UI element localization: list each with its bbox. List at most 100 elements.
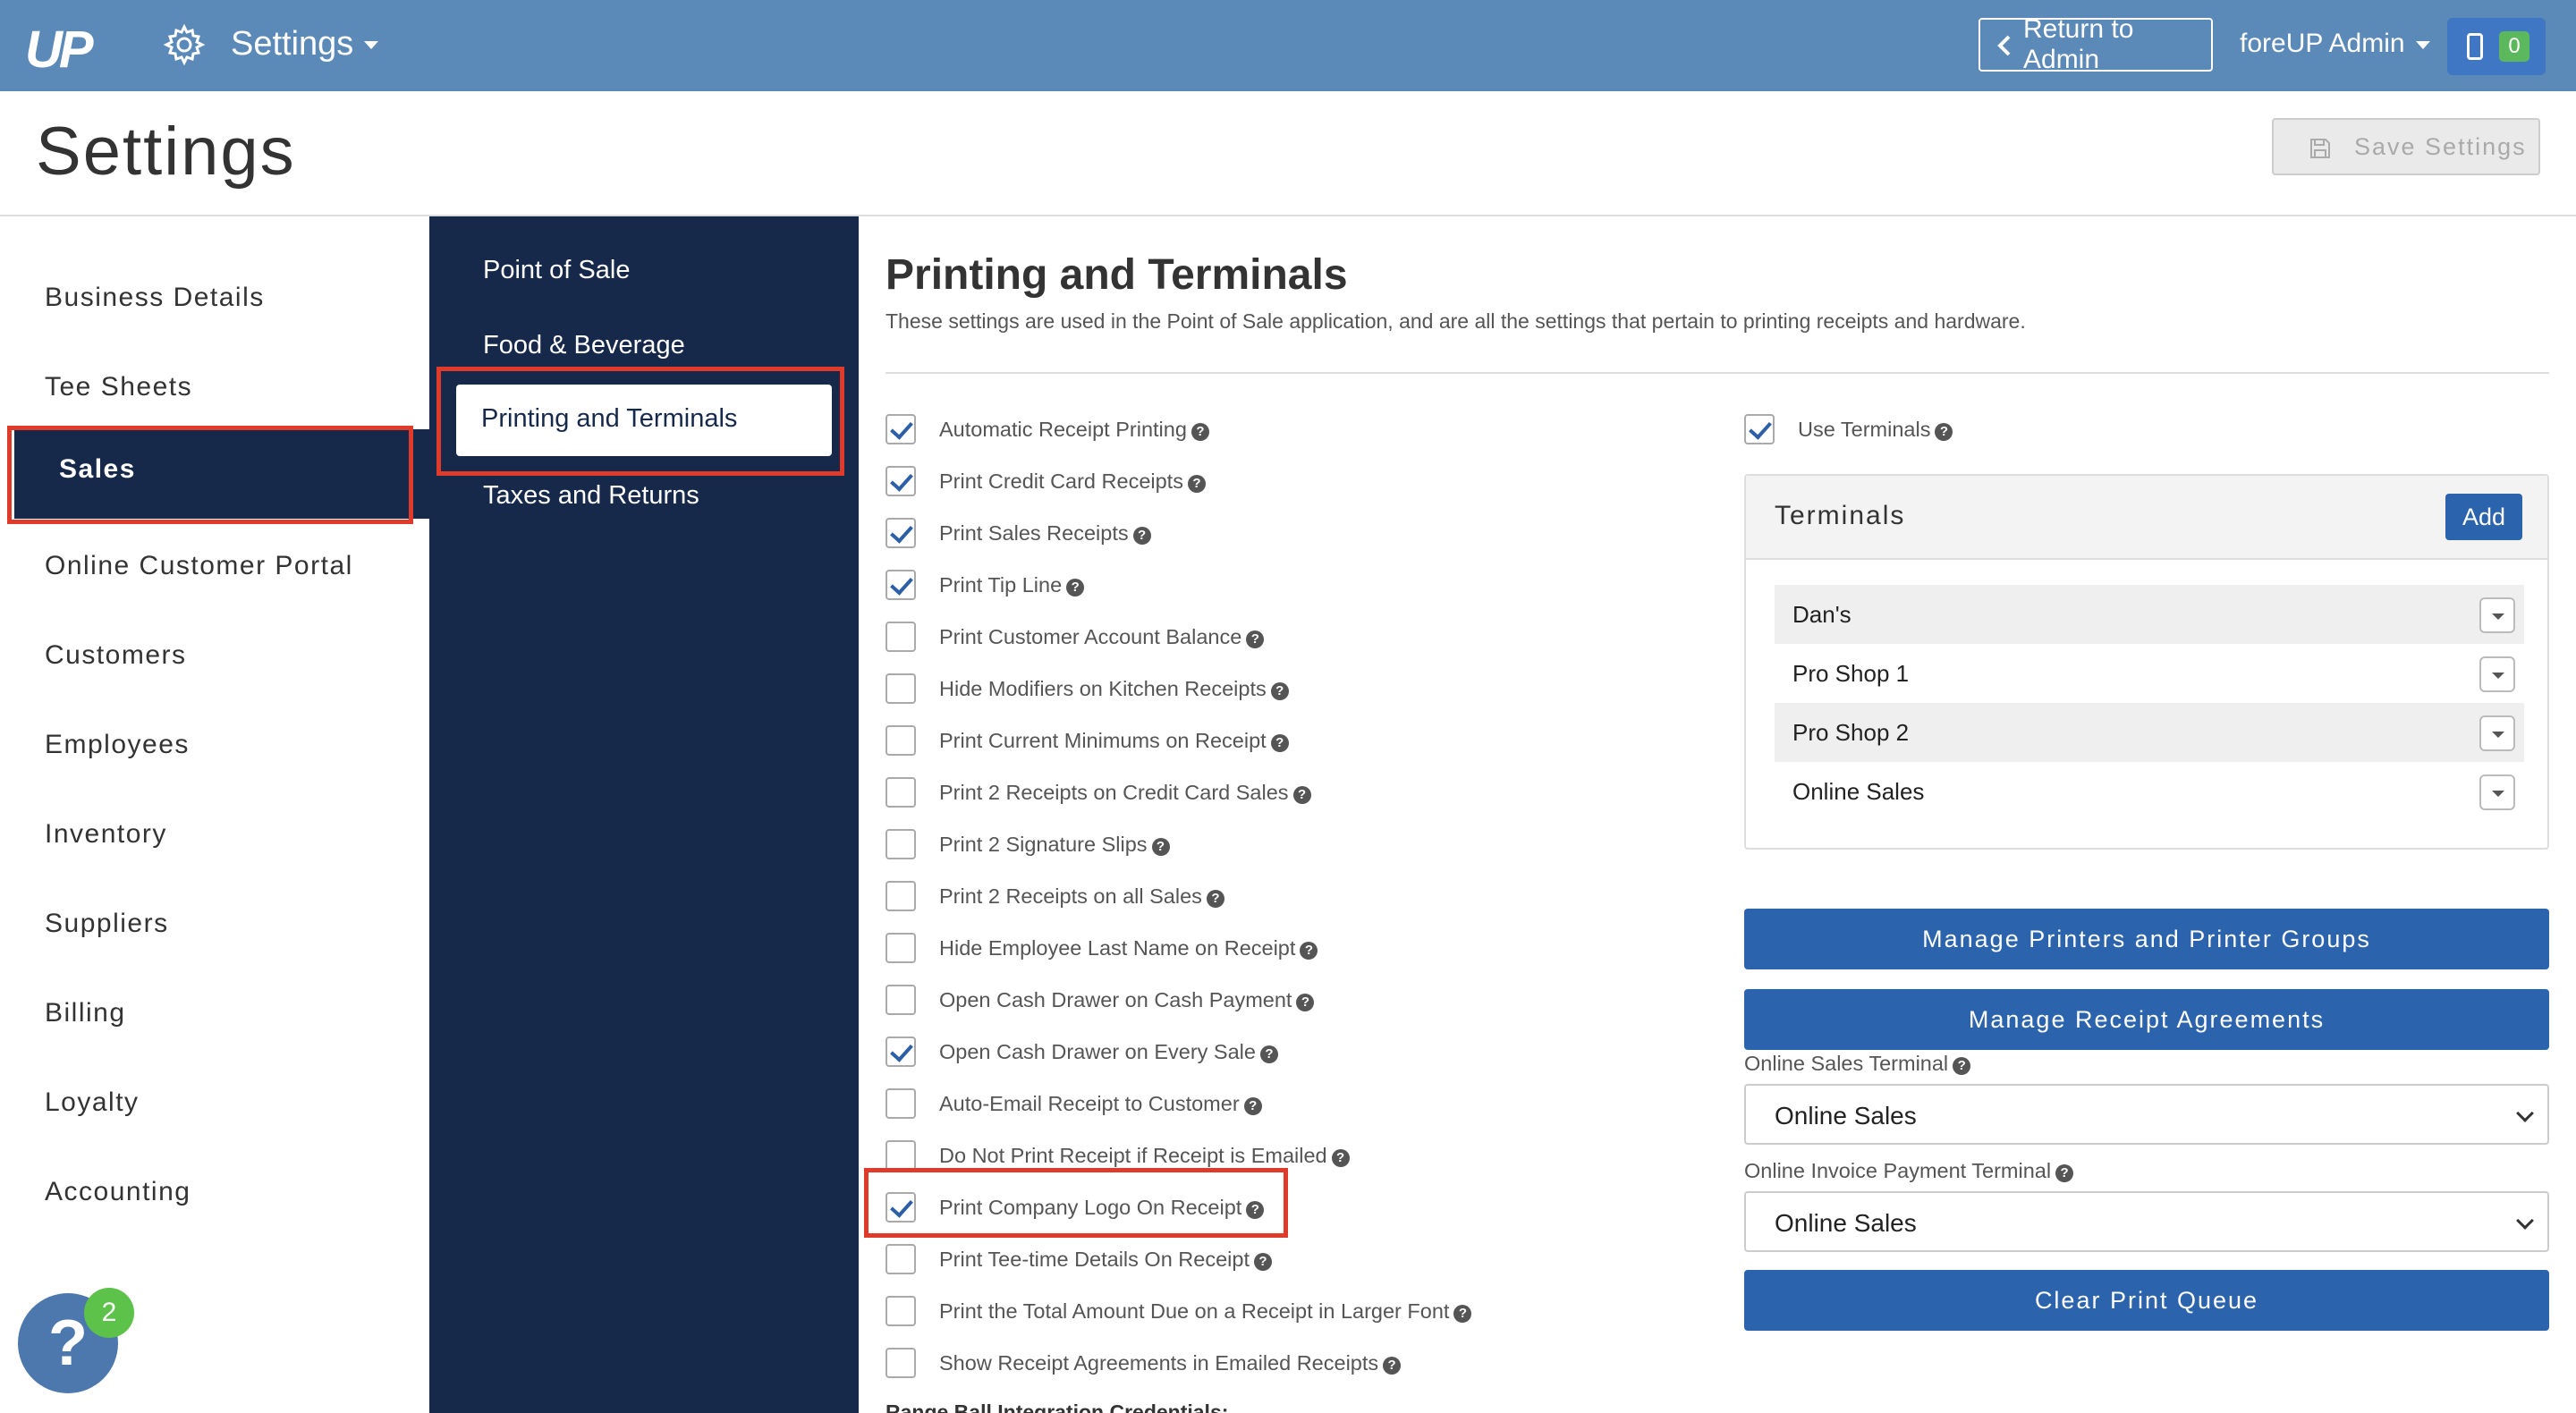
- option-checkbox[interactable]: [886, 725, 916, 756]
- terminal-dropdown-toggle[interactable]: [2479, 774, 2515, 810]
- user-menu[interactable]: foreUP Admin: [2240, 29, 2430, 59]
- highlight-box-company-logo: [864, 1168, 1288, 1238]
- option-row: Print Credit Card Receipts?: [886, 463, 1206, 499]
- help-icon[interactable]: ?: [1300, 941, 1318, 960]
- help-icon[interactable]: ?: [1187, 474, 1206, 493]
- sidebar-item-inventory[interactable]: Inventory: [45, 819, 167, 850]
- help-widget-badge: 2: [84, 1288, 134, 1338]
- page-title: Settings: [36, 114, 296, 190]
- help-icon[interactable]: ?: [1383, 1356, 1402, 1375]
- option-label: Open Cash Drawer on Cash Payment?: [939, 988, 1315, 1012]
- option-checkbox[interactable]: [886, 466, 916, 496]
- sidebar-item-suppliers[interactable]: Suppliers: [45, 909, 169, 939]
- terminals-panel-title: Terminals: [1775, 501, 1906, 530]
- option-checkbox[interactable]: [886, 570, 916, 600]
- help-icon[interactable]: ?: [1206, 889, 1224, 908]
- online-sales-terminal-select[interactable]: Online Sales: [1744, 1084, 2549, 1145]
- help-icon[interactable]: ?: [1331, 1148, 1350, 1167]
- caret-down-icon: [2415, 40, 2430, 49]
- option-checkbox[interactable]: [886, 414, 916, 444]
- option-row: Print 2 Signature Slips?: [886, 826, 1170, 862]
- range-ball-heading: Range Ball Integration Credentials:: [886, 1400, 1229, 1413]
- option-checkbox[interactable]: [886, 673, 916, 704]
- sidebar-item-business-details[interactable]: Business Details: [45, 283, 265, 313]
- section-divider: [886, 372, 2549, 374]
- foreup-logo[interactable]: UP: [25, 20, 94, 80]
- option-row: Print Tip Line?: [886, 567, 1085, 603]
- sidebar-item-customers[interactable]: Customers: [45, 640, 187, 671]
- option-checkbox[interactable]: [886, 518, 916, 548]
- help-icon[interactable]: ?: [1270, 681, 1289, 700]
- option-row: Auto-Email Receipt to Customer?: [886, 1086, 1262, 1121]
- clear-print-queue-button[interactable]: Clear Print Queue: [1744, 1270, 2549, 1331]
- terminal-row: Dan's: [1775, 585, 2524, 644]
- settings-menu-label: Settings: [231, 25, 354, 63]
- device-button[interactable]: 0: [2447, 18, 2546, 75]
- terminal-dropdown-toggle[interactable]: [2479, 656, 2515, 692]
- option-checkbox[interactable]: [886, 1296, 916, 1326]
- option-label: Print Tee-time Details On Receipt?: [939, 1248, 1272, 1272]
- option-label: Print 2 Receipts on all Sales?: [939, 884, 1224, 909]
- option-checkbox[interactable]: [886, 985, 916, 1015]
- option-row: Open Cash Drawer on Cash Payment?: [886, 982, 1315, 1018]
- option-checkbox[interactable]: [886, 1140, 916, 1171]
- option-checkbox[interactable]: [886, 777, 916, 808]
- option-checkbox[interactable]: [886, 1244, 916, 1274]
- option-label: Do Not Print Receipt if Receipt is Email…: [939, 1144, 1350, 1168]
- top-navbar: UP Settings Return to Admin foreUP Admin…: [0, 0, 2576, 91]
- section-title: Printing and Terminals: [886, 251, 1348, 299]
- help-icon[interactable]: ?: [1151, 837, 1170, 856]
- subnav-item-point-of-sale[interactable]: Point of Sale: [483, 256, 630, 285]
- sidebar-item-loyalty[interactable]: Loyalty: [45, 1087, 140, 1118]
- manage-receipt-agreements-button[interactable]: Manage Receipt Agreements: [1744, 989, 2549, 1050]
- sidebar-item-accounting[interactable]: Accounting: [45, 1177, 191, 1207]
- option-checkbox[interactable]: [886, 881, 916, 911]
- device-count-badge: 0: [2499, 31, 2529, 62]
- sidebar-item-employees[interactable]: Employees: [45, 730, 190, 760]
- return-to-admin-label: Return to Admin: [2023, 14, 2134, 74]
- terminal-dropdown-toggle[interactable]: [2479, 715, 2515, 751]
- subnav-item-taxes-returns[interactable]: Taxes and Returns: [483, 481, 699, 511]
- help-icon[interactable]: ?: [1066, 578, 1085, 597]
- option-checkbox[interactable]: [886, 829, 916, 859]
- terminal-row: Online Sales: [1775, 762, 2524, 821]
- option-row: Print the Total Amount Due on a Receipt …: [886, 1293, 1472, 1329]
- option-checkbox[interactable]: [886, 933, 916, 963]
- online-invoice-terminal-select[interactable]: Online Sales: [1744, 1191, 2549, 1252]
- online-sales-terminal-label: Online Sales Terminal?: [1744, 1052, 1971, 1076]
- option-label: Hide Employee Last Name on Receipt?: [939, 936, 1318, 960]
- sidebar-item-billing[interactable]: Billing: [45, 998, 126, 1028]
- terminal-dropdown-toggle[interactable]: [2479, 597, 2515, 633]
- save-settings-button[interactable]: Save Settings: [2272, 118, 2540, 175]
- help-icon[interactable]: ?: [1253, 1252, 1272, 1271]
- help-icon[interactable]: ?: [1453, 1304, 1472, 1323]
- subnav-item-food-beverage[interactable]: Food & Beverage: [483, 331, 685, 360]
- help-icon[interactable]: ?: [1296, 993, 1315, 1011]
- help-icon[interactable]: ?: [1259, 1045, 1278, 1063]
- terminals-panel-header: Terminals Add: [1746, 476, 2547, 560]
- option-checkbox[interactable]: [886, 622, 916, 652]
- manage-printers-button[interactable]: Manage Printers and Printer Groups: [1744, 909, 2549, 969]
- option-label: Print 2 Signature Slips?: [939, 833, 1170, 857]
- option-checkbox[interactable]: [886, 1348, 916, 1378]
- help-icon[interactable]: ?: [1243, 1096, 1262, 1115]
- add-terminal-button[interactable]: Add: [2445, 494, 2522, 540]
- return-to-admin-button[interactable]: Return to Admin: [1979, 14, 2213, 74]
- use-terminals-checkbox[interactable]: [1744, 414, 1775, 444]
- help-icon[interactable]: ?: [1953, 1057, 1971, 1075]
- option-checkbox[interactable]: [886, 1088, 916, 1119]
- option-row: Print Sales Receipts?: [886, 515, 1151, 551]
- help-icon[interactable]: ?: [1132, 526, 1151, 545]
- settings-menu[interactable]: Settings: [231, 25, 379, 63]
- help-icon[interactable]: ?: [2055, 1164, 2074, 1182]
- gear-icon[interactable]: [163, 23, 206, 66]
- help-icon[interactable]: ?: [1935, 422, 1953, 441]
- option-checkbox[interactable]: [886, 1036, 916, 1067]
- terminal-name: Dan's: [1792, 601, 1852, 628]
- sidebar-item-tee-sheets[interactable]: Tee Sheets: [45, 372, 192, 402]
- help-icon[interactable]: ?: [1270, 733, 1289, 752]
- help-icon[interactable]: ?: [1191, 422, 1209, 441]
- help-icon[interactable]: ?: [1292, 785, 1311, 804]
- help-icon[interactable]: ?: [1246, 630, 1265, 648]
- sidebar-item-online-customer-portal[interactable]: Online Customer Portal: [45, 551, 353, 581]
